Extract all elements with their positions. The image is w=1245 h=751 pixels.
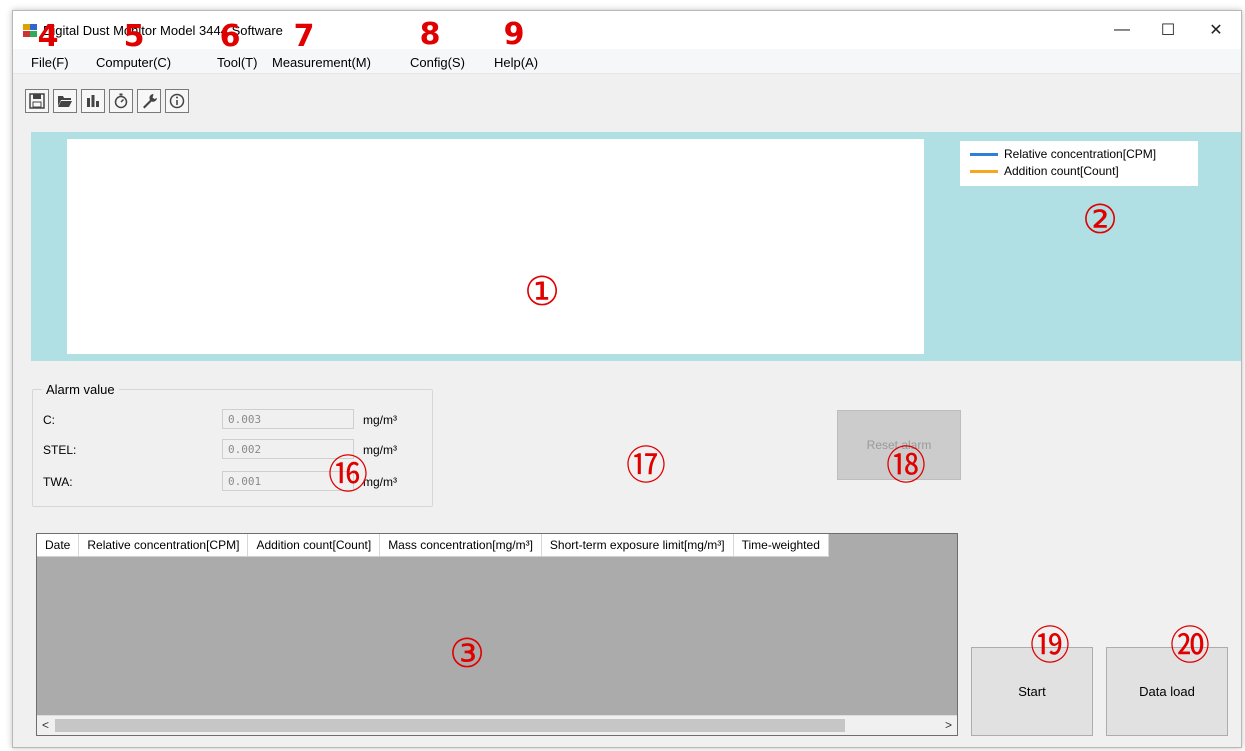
alarm-c-input[interactable]: 0.003: [222, 409, 354, 429]
scroll-left-icon[interactable]: <: [37, 716, 54, 735]
toolbar: [13, 74, 1241, 113]
callout-2: ②: [1082, 197, 1118, 243]
close-button[interactable]: ✕: [1193, 11, 1239, 49]
title-bar: Digital Dust Monitor Model 3444 Software…: [13, 11, 1241, 49]
stopwatch-icon[interactable]: [109, 89, 133, 113]
bar-chart-icon[interactable]: [81, 89, 105, 113]
callout-8: 8: [419, 17, 441, 52]
callout-3: ③: [449, 631, 485, 677]
data-grid[interactable]: Date Relative concentration[CPM] Additio…: [36, 533, 958, 736]
callout-7: 7: [293, 19, 315, 54]
callout-1: ①: [524, 269, 560, 315]
info-icon[interactable]: [165, 89, 189, 113]
alarm-unit-c: mg/m³: [363, 413, 397, 427]
save-icon[interactable]: [25, 89, 49, 113]
menu-config[interactable]: Config(S): [410, 55, 465, 70]
menu-help[interactable]: Help(A): [494, 55, 538, 70]
legend-item-addition-count: Addition count[Count]: [970, 163, 1119, 179]
legend-item-relative-concentration: Relative concentration[CPM]: [970, 146, 1156, 162]
scroll-thumb[interactable]: [55, 719, 845, 732]
callout-9: 9: [503, 17, 525, 52]
column-header-mass-concentration[interactable]: Mass concentration[mg/m³]: [380, 534, 542, 556]
legend-label: Addition count[Count]: [1004, 164, 1119, 178]
column-header-stel[interactable]: Short-term exposure limit[mg/m³]: [542, 534, 734, 556]
scroll-right-icon[interactable]: >: [940, 716, 957, 735]
alarm-group-title: Alarm value: [42, 382, 119, 397]
callout-5: 5: [123, 19, 145, 54]
callout-17: ⑰: [626, 443, 666, 489]
callout-6: 6: [219, 19, 241, 54]
legend-swatch: [970, 152, 998, 156]
column-header-relative-concentration[interactable]: Relative concentration[CPM]: [79, 534, 249, 556]
callout-19: ⑲: [1030, 623, 1070, 669]
callout-20: ⑳: [1170, 623, 1210, 669]
wrench-icon[interactable]: [137, 89, 161, 113]
menu-bar: File(F) Computer(C) Tool(T) Measurement(…: [13, 49, 1241, 74]
callout-4: 4: [37, 19, 59, 54]
alarm-label-stel: STEL:: [43, 443, 77, 457]
callout-16: ⑯: [328, 452, 368, 498]
plot-area: [67, 139, 924, 354]
chart-legend: Relative concentration[CPM] Addition cou…: [960, 141, 1198, 186]
chart-panel: Relative concentration[CPM] Addition cou…: [31, 132, 1241, 361]
open-folder-icon[interactable]: [53, 89, 77, 113]
column-header-time-weighted[interactable]: Time-weighted: [734, 534, 829, 556]
legend-swatch: [970, 169, 998, 173]
legend-label: Relative concentration[CPM]: [1004, 147, 1157, 161]
column-header-date[interactable]: Date: [37, 534, 80, 556]
alarm-label-twa: TWA:: [43, 475, 73, 489]
column-header-addition-count[interactable]: Addition count[Count]: [248, 534, 381, 556]
horizontal-scrollbar[interactable]: < >: [37, 715, 957, 735]
maximize-button[interactable]: ☐: [1145, 11, 1191, 49]
minimize-button[interactable]: —: [1099, 11, 1145, 49]
grid-header: Date Relative concentration[CPM] Additio…: [37, 534, 829, 557]
callout-18: ⑱: [886, 443, 926, 489]
alarm-label-c: C:: [43, 413, 55, 427]
